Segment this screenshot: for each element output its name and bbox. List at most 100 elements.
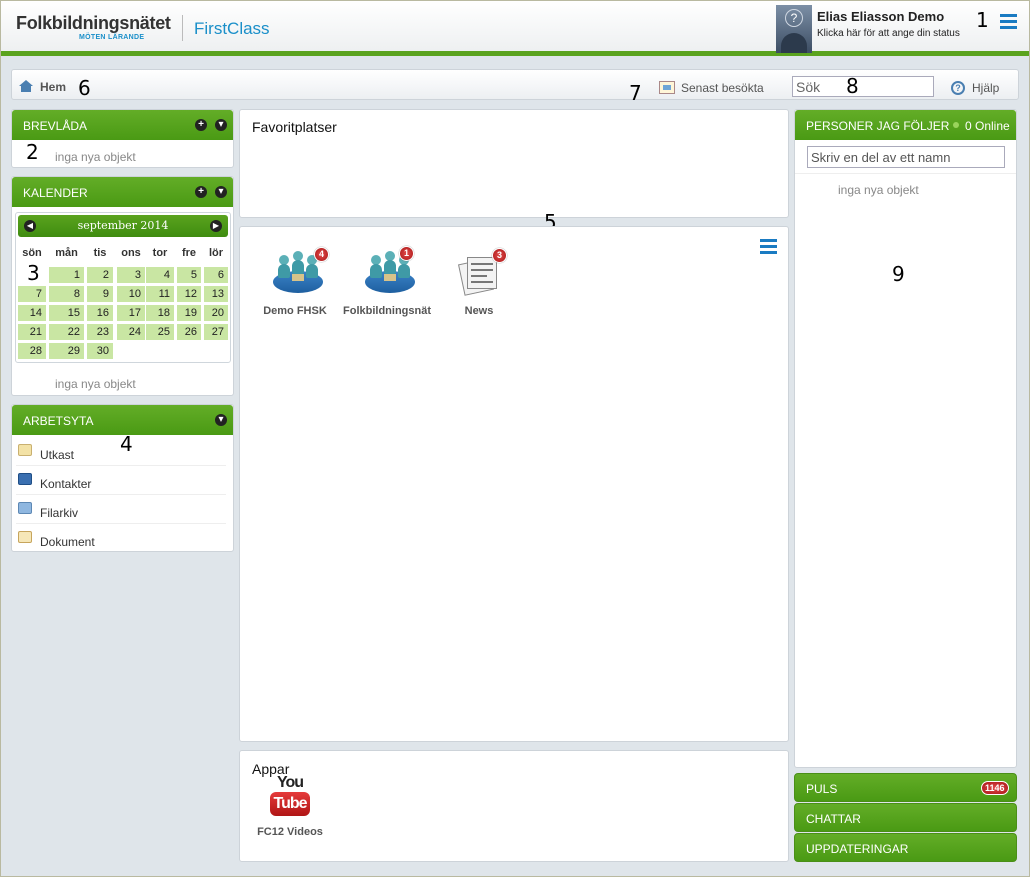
home-icon[interactable] [19,80,33,92]
workspace-panel: ARBETSYTA ▾ Utkast Kontakter Filarkiv Do… [11,404,234,552]
calendar-day[interactable]: 4 [146,267,174,283]
people-title: PERSONER JAG FÖLJER [806,119,950,133]
calendar-day[interactable]: 1 [49,267,84,283]
app-fc12-videos[interactable]: You Tube FC12 Videos [242,773,338,843]
document-icon [18,531,32,543]
apps-panel: Appar You Tube FC12 Videos [239,750,789,862]
logo-divider [182,15,183,41]
calendar-day[interactable]: 6 [204,267,228,283]
calendar-day[interactable]: 17 [117,305,145,321]
user-name[interactable]: Elias Eliasson Demo [817,9,944,24]
workspace-item-filarkiv[interactable]: Filarkiv [16,496,226,524]
calendar-day[interactable]: 18 [146,305,174,321]
favorites-title: Favoritplatser [252,119,337,135]
workspace-title: ARBETSYTA [23,414,94,428]
logo-folkbildningsnatet[interactable]: Folkbildningsnätet [16,13,171,34]
mailbox-title: BREVLÅDA [23,119,88,133]
divider [795,173,1016,174]
calendar-day[interactable]: 23 [87,324,113,340]
calendar-day[interactable]: 7 [18,286,46,302]
user-status-link[interactable]: Klicka här för att ange din status [817,28,960,39]
annotation-3: 3 [27,261,40,285]
recent-visited-link[interactable]: Senast besökta [681,81,764,95]
calendar-day[interactable]: 16 [87,305,113,321]
add-icon[interactable]: + [195,186,207,198]
calendar-day[interactable]: 9 [87,286,113,302]
calendar-day[interactable]: 27 [204,324,228,340]
workspace-header[interactable]: ARBETSYTA ▾ [12,405,233,435]
calendar-day[interactable]: 14 [18,305,46,321]
calendar-day[interactable]: 25 [146,324,174,340]
contacts-icon [18,473,32,485]
calendar-day[interactable]: 19 [177,305,201,321]
help-icon[interactable]: ? [951,81,965,95]
mailbox-panel: BREVLÅDA + ▾ inga nya objekt [11,109,234,168]
annotation-6: 6 [78,76,91,100]
calendar-month-bar: september 2014 ◀ ▶ [18,215,228,237]
avatar[interactable]: ? [776,5,812,53]
puls-count-badge: 1146 [981,781,1009,795]
nav-bar: Hem Senast besökta ? Hjälp [11,69,1019,100]
updates-bar[interactable]: UPPDATERINGAR [794,833,1017,862]
recent-icon[interactable] [659,81,675,94]
question-icon: ? [785,9,803,27]
weekday-label: fre [181,247,197,259]
chevron-down-icon[interactable]: ▾ [215,414,227,426]
annotation-4: 4 [120,432,133,456]
workspace-item-label: Filarkiv [40,506,78,520]
annotation-9: 9 [892,262,905,286]
people-search-input[interactable] [807,146,1005,168]
search-input[interactable] [792,76,934,97]
calendar-day[interactable]: 24 [117,324,145,340]
calendar-empty: inga nya objekt [55,377,136,391]
calendar-day[interactable]: 15 [49,305,84,321]
mailbox-header[interactable]: BREVLÅDA + ▾ [12,110,233,140]
calendar-day[interactable]: 3 [117,267,145,283]
calendar-day[interactable]: 29 [49,343,84,359]
favorites-panel: Favoritplatser [239,109,789,218]
chat-bar[interactable]: CHATTAR [794,803,1017,832]
calendar-day[interactable]: 28 [18,343,46,359]
calendar-day[interactable]: 13 [204,286,228,302]
product-name: FirstClass [194,19,270,38]
desktop-menu-icon[interactable] [760,239,777,254]
silhouette-icon [781,33,807,53]
calendar-day[interactable]: 12 [177,286,201,302]
calendar-day[interactable]: 8 [49,286,84,302]
app-label: FC12 Videos [257,826,323,838]
puls-bar[interactable]: PULS 1146 [794,773,1017,802]
help-link[interactable]: Hjälp [972,81,999,95]
chevron-down-icon[interactable]: ▾ [215,186,227,198]
unread-badge: 1 [399,246,414,261]
calendar-day[interactable]: 11 [146,286,174,302]
add-icon[interactable]: + [195,119,207,131]
calendar-day[interactable]: 20 [204,305,228,321]
desktop-panel: 4 Demo FHSK 1 Folkbildningsnät 3 News [239,226,789,742]
app-window: Folkbildningsnätet MÖTEN LÄRANDE FirstCl… [0,0,1030,877]
calendar-day[interactable]: 2 [87,267,113,283]
calendar-day[interactable]: 5 [177,267,201,283]
calendar-day[interactable]: 10 [117,286,145,302]
online-count[interactable]: 0 Online [965,119,1010,133]
calendar-day[interactable]: 22 [49,324,84,340]
calendar-day[interactable]: 26 [177,324,201,340]
weekday-label: ons [121,247,141,259]
calendar-header[interactable]: KALENDER + ▾ [12,177,233,207]
workspace-item-kontakter[interactable]: Kontakter [16,467,226,495]
puls-label: PULS [806,782,838,796]
calendar-day[interactable]: 21 [18,324,46,340]
weekday-label: lör [208,247,224,259]
main-menu-icon[interactable] [1000,14,1017,29]
tile-label: News [464,305,494,317]
draft-icon [18,444,32,456]
workspace-item-label: Dokument [40,535,95,549]
header: Folkbildningsnätet MÖTEN LÄRANDE FirstCl… [1,1,1029,56]
people-header[interactable]: PERSONER JAG FÖLJER 0 Online [795,110,1016,140]
next-month-icon[interactable]: ▶ [210,220,222,232]
chevron-down-icon[interactable]: ▾ [215,119,227,131]
home-link[interactable]: Hem [40,80,66,94]
calendar-day[interactable]: 30 [87,343,113,359]
annotation-7: 7 [629,81,642,105]
prev-month-icon[interactable]: ◀ [24,220,36,232]
workspace-item-dokument[interactable]: Dokument [16,525,226,553]
